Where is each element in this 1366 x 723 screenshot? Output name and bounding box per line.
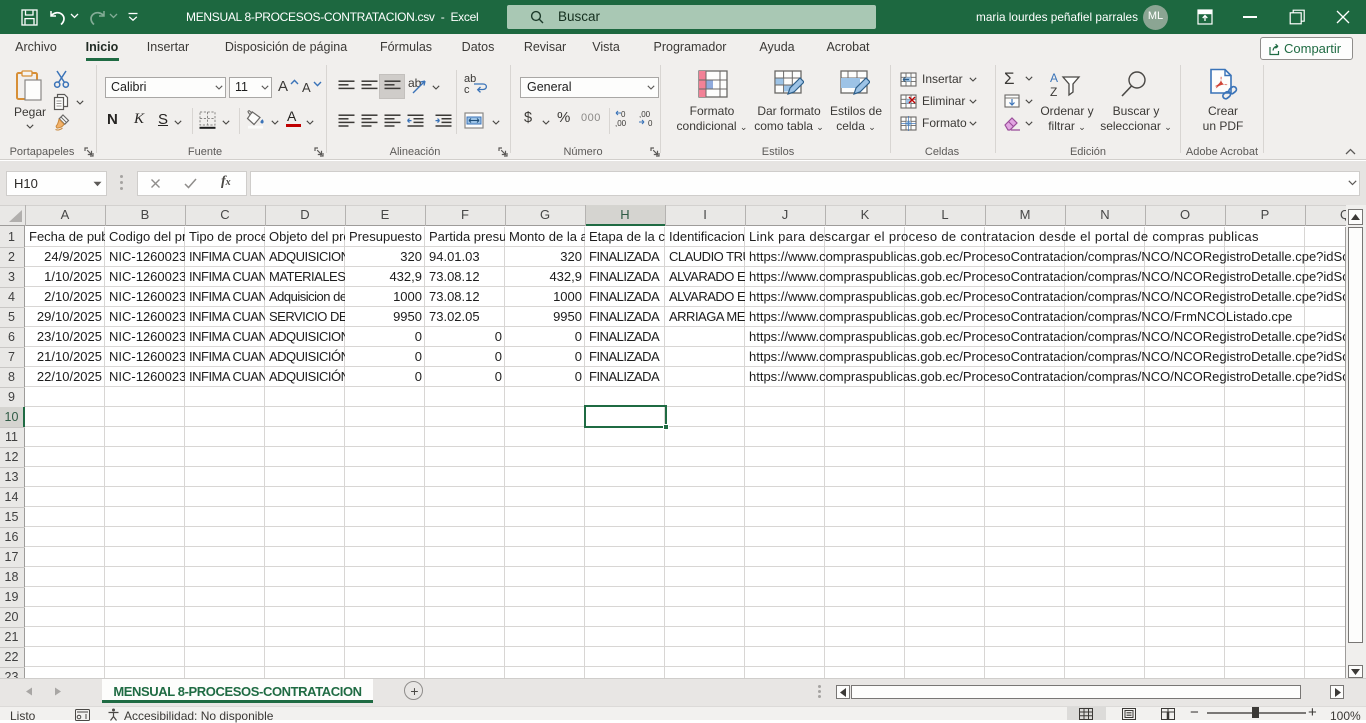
svg-text:0: 0 [648, 119, 653, 128]
svg-text:,00: ,00 [615, 119, 627, 128]
svg-text:A: A [1050, 71, 1058, 85]
svg-text:,00: ,00 [639, 110, 651, 119]
svg-text:Z: Z [1050, 85, 1057, 98]
svg-text:0: 0 [621, 110, 626, 119]
